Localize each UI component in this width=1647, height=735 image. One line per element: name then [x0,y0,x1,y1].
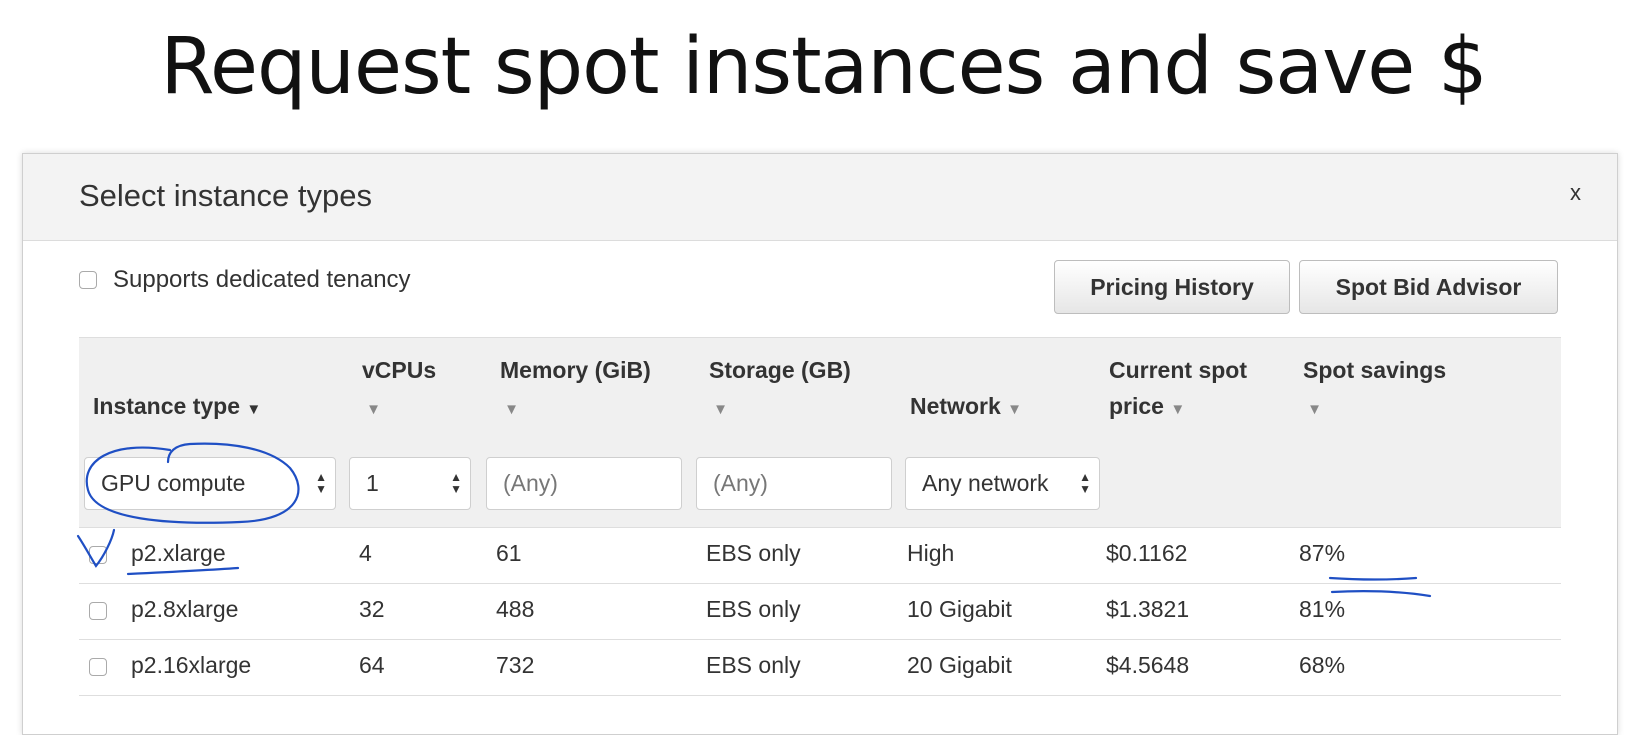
cell-memory: 61 [496,540,522,566]
cell-vcpus: 64 [359,652,385,678]
cell-price: $4.5648 [1106,652,1190,678]
table-header: Instance type ▼ vCPUs ▼ Memory (GiB) ▼ S… [79,337,1561,441]
sort-caret-icon: ▼ [1170,401,1186,418]
cell-storage: EBS only [706,540,801,566]
select-instance-types-dialog: Select instance types x Supports dedicat… [22,153,1618,735]
column-header-spot-savings[interactable]: Spot savings ▼ [1303,352,1446,428]
cell-savings: 68% [1299,652,1346,678]
spinner-arrows-icon: ▲ ▼ [450,470,462,496]
cell-price: $1.3821 [1106,596,1190,622]
column-header-memory[interactable]: Memory (GiB) ▼ [500,352,651,428]
sort-caret-icon: ▼ [1007,401,1022,418]
storage-filter-input[interactable]: (Any) [696,457,892,510]
cell-savings: 87% [1299,540,1346,566]
sort-caret-icon: ▼ [1303,401,1323,418]
table-row[interactable]: p2.8xlarge 32 488 EBS only 10 Gigabit $1… [79,584,1561,640]
column-header-storage[interactable]: Storage (GB) ▼ [709,352,851,428]
cell-instance-type: p2.xlarge [131,540,226,566]
memory-filter-input[interactable]: (Any) [486,457,682,510]
row-checkbox[interactable] [89,658,107,676]
cell-instance-type: p2.8xlarge [131,596,239,622]
instance-types-table: Instance type ▼ vCPUs ▼ Memory (GiB) ▼ S… [79,337,1561,696]
cell-storage: EBS only [706,596,801,622]
filter-row: GPU compute ▲ ▼ 1 ▲ ▼ (Any) (Any) Any netw… [79,441,1561,528]
cell-network: 10 Gigabit [907,596,1012,622]
cell-vcpus: 4 [359,540,372,566]
modal-title: Select instance types [79,178,372,213]
spinner-arrows-icon: ▲ ▼ [1079,470,1091,496]
dedicated-tenancy-label: Supports dedicated tenancy [113,266,411,293]
cell-price: $0.1162 [1106,540,1188,566]
pricing-history-button[interactable]: Pricing History [1054,260,1290,314]
row-checkbox[interactable] [89,602,107,620]
sort-caret-icon: ▼ [246,401,262,418]
cell-storage: EBS only [706,652,801,678]
dedicated-tenancy-checkbox[interactable] [79,271,97,289]
cell-instance-type: p2.16xlarge [131,652,252,678]
modal-header: Select instance types x [23,154,1617,241]
row-checkbox[interactable] [89,546,107,564]
instance-family-select[interactable]: GPU compute ▲ ▼ [84,457,336,510]
spinner-arrows-icon: ▲ ▼ [315,470,327,496]
cell-network: 20 Gigabit [907,652,1012,678]
sort-caret-icon: ▼ [709,401,729,418]
cell-vcpus: 32 [359,596,385,622]
cell-memory: 488 [496,596,535,622]
close-icon[interactable]: x [1570,180,1581,206]
vcpus-select[interactable]: 1 ▲ ▼ [349,457,471,510]
table-row[interactable]: p2.16xlarge 64 732 EBS only 20 Gigabit $… [79,640,1561,696]
dedicated-tenancy-option: Supports dedicated tenancy [79,266,411,294]
column-header-current-spot-price[interactable]: Current spot price ▼ [1109,352,1247,428]
sort-caret-icon: ▼ [362,401,382,418]
cell-savings: 81% [1299,596,1346,622]
column-header-instance-type[interactable]: Instance type ▼ [93,388,261,428]
sort-caret-icon: ▼ [500,401,520,418]
table-row[interactable]: p2.xlarge 4 61 EBS only High $0.1162 87% [79,528,1561,584]
cell-network: High [907,540,955,566]
cell-memory: 732 [496,652,535,678]
network-select[interactable]: Any network ▲ ▼ [905,457,1100,510]
column-header-network[interactable]: Network ▼ [910,388,1022,428]
spot-bid-advisor-button[interactable]: Spot Bid Advisor [1299,260,1558,314]
slide-title: Request spot instances and save $ [160,22,1487,112]
column-header-vcpus[interactable]: vCPUs ▼ [362,352,436,428]
